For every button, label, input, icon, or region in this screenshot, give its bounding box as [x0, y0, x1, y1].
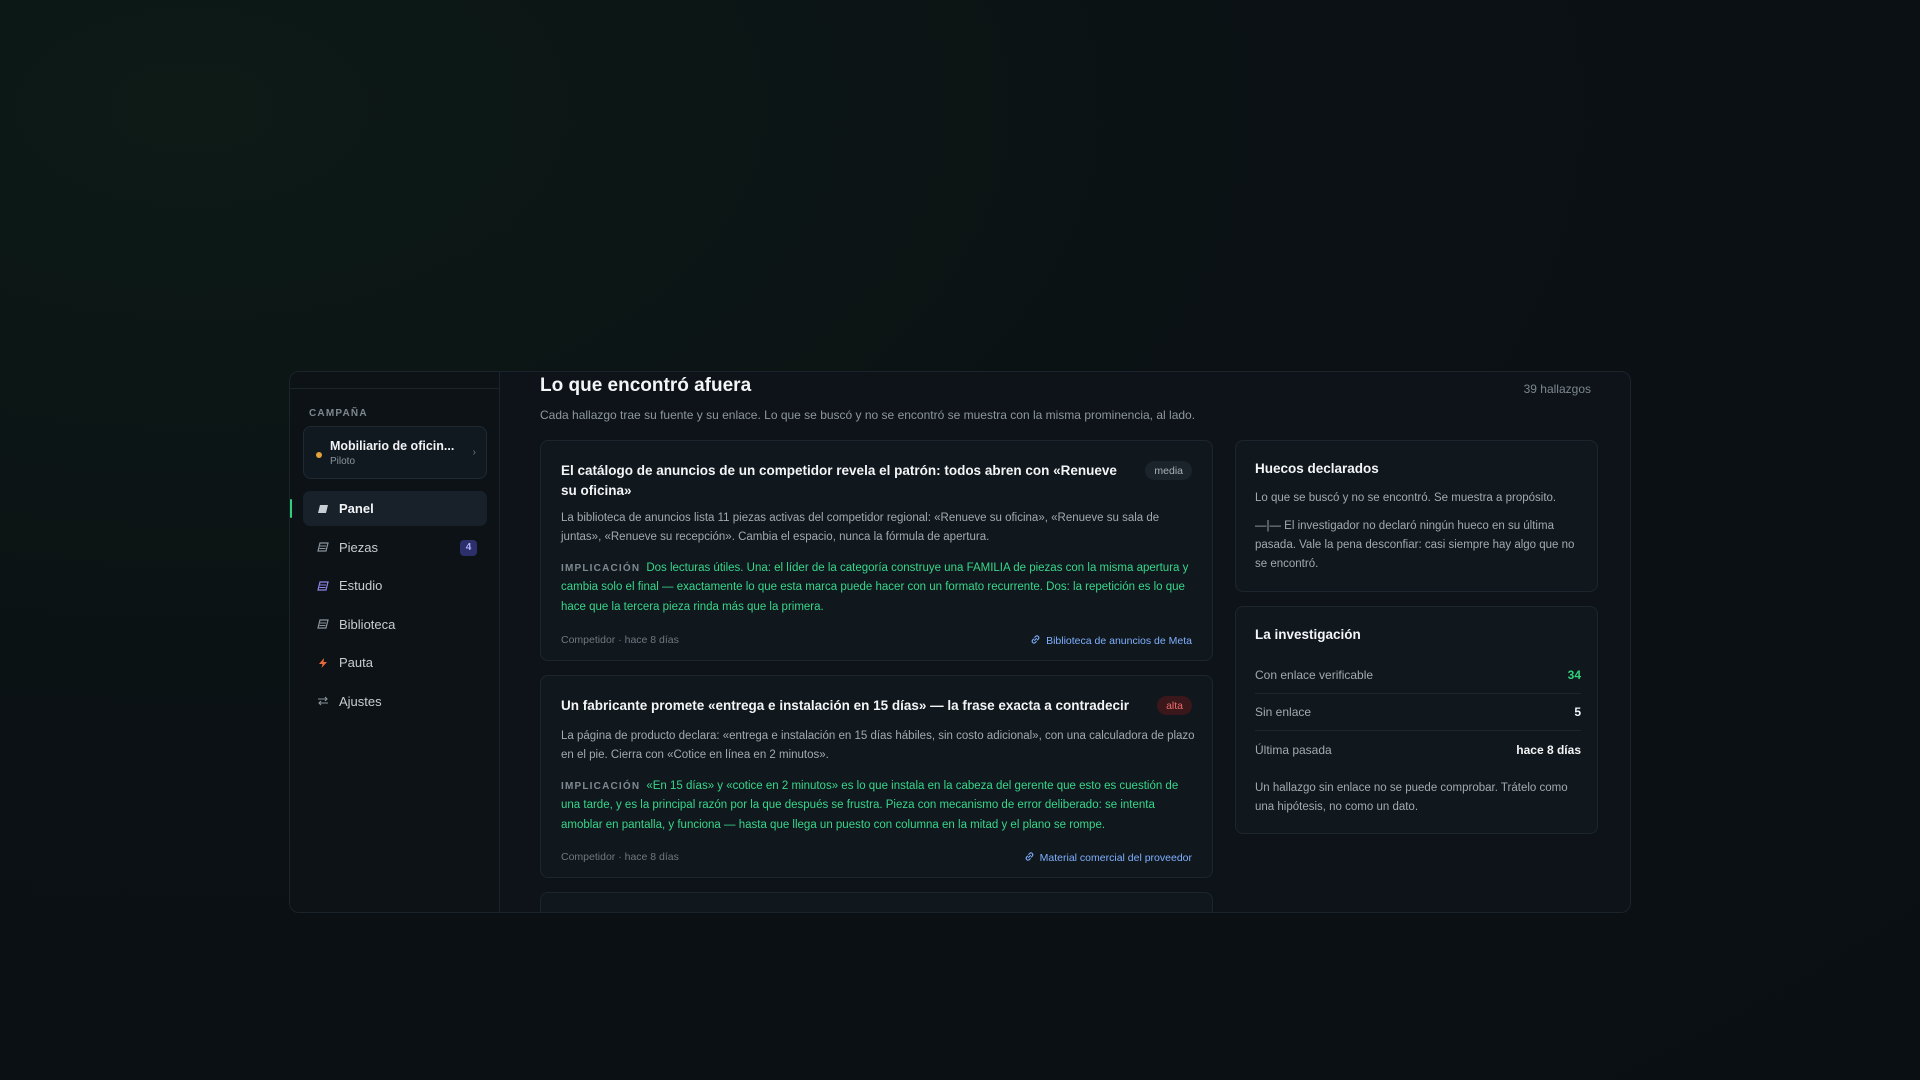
implication-text: «En 15 días» y «cotice en 2 minutos» es …	[561, 780, 1179, 831]
source-link[interactable]: Material comercial del proveedor	[1024, 851, 1192, 865]
sidebar: CAMPAÑA Mobiliario de oficin... Piloto ›…	[290, 372, 500, 912]
finding-meta: Competidor · hace 8 días	[561, 851, 679, 863]
stat-label: Última pasada	[1255, 742, 1332, 757]
section-label: CAMPAÑA	[309, 408, 368, 419]
sidebar-item-label: Panel	[339, 501, 374, 516]
finding-card	[540, 892, 1213, 912]
chevron-right-icon: ›	[472, 447, 476, 458]
implication-text: Dos lecturas útiles. Una: el líder de la…	[561, 562, 1189, 613]
finding-title: Un fabricante promete «entrega e instala…	[561, 698, 1129, 713]
campaign-selector[interactable]: Mobiliario de oficin... Piloto ›	[303, 426, 487, 479]
library-icon	[317, 618, 329, 630]
sidebar-item-label: Estudio	[339, 578, 383, 593]
sidebar-item-label: Piezas	[339, 539, 379, 555]
sidebar-item-estudio[interactable]: Estudio	[303, 568, 487, 603]
source-link[interactable]: Biblioteca de anuncios de Meta	[1030, 634, 1192, 648]
sidebar-nav: Panel Piezas 4 Estudio Biblioteca Pauta …	[290, 491, 487, 722]
confidence-badge: media	[1145, 461, 1192, 480]
stat-row: Con enlace verificable 34	[1255, 657, 1581, 694]
sidebar-item-label: Biblioteca	[339, 616, 396, 632]
stat-label: Con enlace verificable	[1255, 668, 1374, 682]
stat-row: Sin enlace 5	[1255, 694, 1581, 731]
pieces-icon	[317, 541, 329, 553]
source-link-label: Material comercial del proveedor	[1039, 852, 1192, 864]
research-note: Un hallazgo sin enlace no se puede compr…	[1255, 782, 1568, 813]
swap-arrows-icon	[317, 695, 329, 707]
stat-value: 34	[1567, 668, 1581, 682]
source-link-label: Biblioteca de anuncios de Meta	[1046, 635, 1192, 647]
sidebar-item-piezas[interactable]: Piezas 4	[303, 530, 487, 565]
sidebar-item-biblioteca[interactable]: Biblioteca	[303, 607, 487, 642]
sidebar-item-panel[interactable]: Panel	[290, 491, 487, 526]
panel-icon	[317, 503, 329, 515]
divider	[290, 388, 499, 389]
findings-count: 39 hallazgos	[1523, 382, 1591, 396]
finding-body: La página de producto declara: «entrega …	[561, 730, 1195, 761]
stat-label: Sin enlace	[1255, 705, 1312, 719]
count-badge: 4	[460, 539, 477, 556]
app-window: CAMPAÑA Mobiliario de oficin... Piloto ›…	[289, 371, 1631, 913]
page-title: Lo que encontró afuera	[540, 375, 752, 396]
sidebar-item-label: Pauta	[339, 655, 373, 670]
stat-value: hace 8 días	[1516, 742, 1581, 757]
research-panel: La investigación Con enlace verificable …	[1235, 606, 1598, 834]
campaign-status: Piloto	[330, 456, 356, 467]
gaps-panel: Huecos declarados Lo que se buscó y no s…	[1235, 440, 1598, 592]
page-subtitle: Cada hallazgo trae su fuente y su enlace…	[540, 408, 1196, 422]
implication-label: IMPLICACIÓN	[561, 563, 641, 574]
link-icon	[1024, 851, 1035, 865]
sidebar-item-label: Ajustes	[339, 693, 382, 709]
main-content: Lo que encontró afuera 39 hallazgos Cada…	[501, 372, 1630, 912]
panel-title: Huecos declarados	[1255, 461, 1379, 476]
implication-label: IMPLICACIÓN	[561, 781, 641, 792]
finding-meta: Competidor · hace 8 días	[561, 634, 679, 646]
lightning-icon	[317, 657, 329, 669]
status-dot-icon	[316, 452, 322, 458]
finding-body: La biblioteca de anuncios lista 11 pieza…	[561, 512, 1160, 543]
finding-card: Un fabricante promete «entrega e instala…	[540, 675, 1213, 878]
campaign-name: Mobiliario de oficin...	[330, 439, 455, 453]
panel-title: La investigación	[1255, 627, 1361, 642]
sidebar-item-pauta[interactable]: Pauta	[303, 645, 487, 680]
link-icon	[1030, 634, 1041, 648]
sidebar-item-ajustes[interactable]: Ajustes	[303, 684, 487, 719]
finding-implication: IMPLICACIÓN «En 15 días» y «cotice en 2 m…	[561, 777, 1196, 835]
stat-value: 5	[1574, 705, 1581, 719]
finding-title: El catálogo de anuncios de un competidor…	[561, 463, 1117, 498]
gaps-note: —|— El investigador no declaró ningún hu…	[1255, 520, 1575, 570]
finding-implication: IMPLICACIÓN Dos lecturas útiles. Una: el …	[561, 559, 1196, 617]
study-icon	[317, 580, 329, 592]
confidence-badge: alta	[1157, 696, 1192, 715]
gaps-lead: Lo que se buscó y no se encontró. Se mue…	[1255, 492, 1557, 504]
stat-row: Última pasada hace 8 días	[1255, 731, 1581, 768]
finding-card: El catálogo de anuncios de un competidor…	[540, 440, 1213, 661]
